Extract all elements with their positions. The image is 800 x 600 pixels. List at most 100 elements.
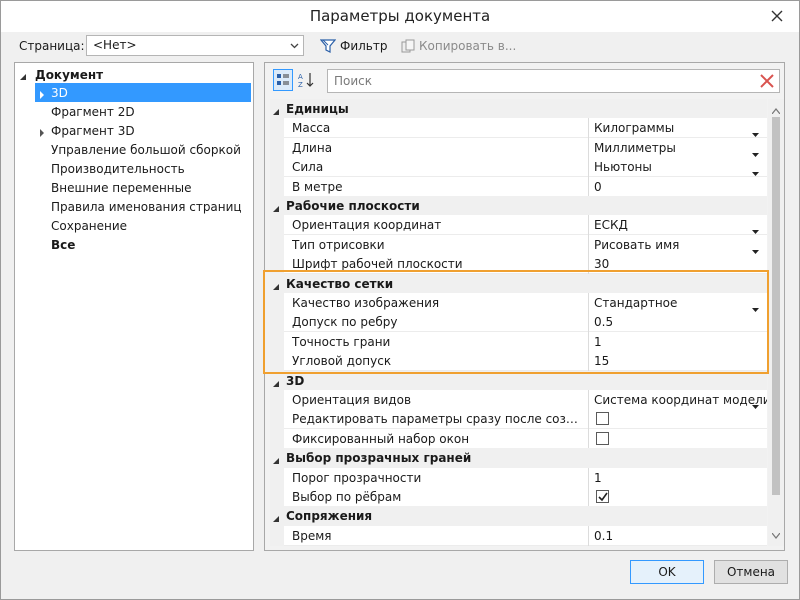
copy-icon <box>401 39 415 53</box>
tree-item-3d[interactable]: 3D <box>35 83 251 102</box>
property-value[interactable]: 30 <box>594 257 609 271</box>
tree-item-saving[interactable]: Сохранение <box>35 216 253 235</box>
property-value[interactable]: 0 <box>594 180 602 194</box>
property-row[interactable]: Выбор по рёбрам <box>270 487 767 507</box>
filter-icon <box>320 39 336 53</box>
collapse-arrow-icon[interactable] <box>272 280 280 294</box>
property-row[interactable]: Порог прозрачности 1 <box>270 467 767 488</box>
tree-root-document[interactable]: Документ <box>20 65 103 84</box>
column-divider[interactable] <box>588 467 589 488</box>
property-value[interactable]: Килограммы <box>594 121 674 135</box>
property-name: Масса <box>292 121 331 136</box>
column-divider[interactable] <box>588 137 589 158</box>
property-row[interactable]: Точность грани 1 <box>270 331 767 352</box>
column-divider[interactable] <box>588 157 589 178</box>
column-divider[interactable] <box>588 234 589 255</box>
property-value[interactable]: 0.5 <box>594 315 613 329</box>
property-checkbox[interactable] <box>596 490 609 503</box>
tree-item-external-variables[interactable]: Внешние переменные <box>35 178 253 197</box>
scroll-down-icon[interactable] <box>771 528 781 542</box>
column-divider[interactable] <box>588 390 589 410</box>
column-divider[interactable] <box>588 331 589 352</box>
scroll-up-icon[interactable] <box>771 103 781 117</box>
property-value[interactable]: Система координат модели <box>594 393 767 407</box>
property-row[interactable]: Качество изображения Стандартное <box>270 293 767 313</box>
categorized-view-button[interactable] <box>273 69 293 91</box>
property-row[interactable]: Угловой допуск 15 <box>270 351 767 372</box>
property-name: Угловой допуск <box>292 354 392 369</box>
property-row[interactable]: Ориентация координат ЕСКД <box>270 215 767 236</box>
column-divider[interactable] <box>588 487 589 507</box>
tree-item-all[interactable]: Все <box>35 235 253 254</box>
category-row[interactable]: Сопряжения <box>270 506 767 527</box>
copy-to-button[interactable]: Копировать в... <box>401 37 516 55</box>
property-row[interactable]: Фиксированный набор окон <box>270 428 767 449</box>
filter-button[interactable]: Фильтр <box>320 37 387 55</box>
clear-search-icon[interactable] <box>759 73 775 92</box>
column-divider[interactable] <box>588 409 589 430</box>
close-button[interactable] <box>764 5 790 27</box>
expand-arrow-icon[interactable] <box>38 88 46 102</box>
column-divider[interactable] <box>588 215 589 236</box>
property-name: Время <box>292 528 332 543</box>
property-value[interactable]: Миллиметры <box>594 141 676 155</box>
collapse-arrow-icon[interactable] <box>272 512 280 526</box>
property-row[interactable]: Масса Килограммы <box>270 118 767 139</box>
property-value[interactable]: 1 <box>594 335 602 349</box>
column-divider[interactable] <box>588 428 589 449</box>
property-name: Фиксированный набор окон <box>292 431 470 446</box>
category-row[interactable]: Рабочие плоскости <box>270 196 767 216</box>
tree-item-fragment-3d[interactable]: Фрагмент 3D <box>35 121 253 140</box>
collapse-arrow-icon[interactable] <box>272 377 280 391</box>
tree-item-performance[interactable]: Производительность <box>35 159 253 178</box>
column-divider[interactable] <box>588 118 589 139</box>
tree-item-fragment-2d[interactable]: Фрагмент 2D <box>35 102 253 121</box>
property-row[interactable]: Сила Ньютоны <box>270 157 767 178</box>
column-divider[interactable] <box>588 293 589 313</box>
property-value[interactable]: Стандартное <box>594 296 677 310</box>
cancel-button[interactable]: Отмена <box>714 560 788 584</box>
property-value[interactable]: Рисовать имя <box>594 238 679 252</box>
category-row[interactable]: Выбор прозрачных граней <box>270 448 767 469</box>
category-row[interactable]: 3D <box>270 370 767 391</box>
property-row[interactable]: Редактировать параметры сразу после созд… <box>270 409 767 430</box>
property-value[interactable]: 1 <box>594 471 602 485</box>
collapse-arrow-icon[interactable] <box>272 454 280 468</box>
search-input[interactable] <box>332 71 732 91</box>
scrollbar-thumb[interactable] <box>772 117 780 495</box>
collapse-arrow-icon[interactable] <box>272 202 280 216</box>
property-checkbox[interactable] <box>596 431 609 445</box>
collapse-arrow-icon[interactable] <box>272 105 280 119</box>
property-checkbox[interactable] <box>596 412 609 426</box>
ok-button[interactable]: OK <box>630 560 704 584</box>
property-row[interactable]: Шрифт рабочей плоскости 30 <box>270 254 767 275</box>
vertical-scrollbar[interactable] <box>768 99 784 546</box>
property-value[interactable]: ЕСКД <box>594 218 628 232</box>
property-row[interactable]: В метре 0 <box>270 176 767 197</box>
collapse-arrow-icon[interactable] <box>19 70 27 84</box>
property-value[interactable]: 0.1 <box>594 529 613 543</box>
expand-arrow-icon[interactable] <box>38 126 46 140</box>
tree-item-page-naming[interactable]: Правила именования страниц <box>35 197 253 216</box>
column-divider[interactable] <box>588 312 589 333</box>
alphabetical-sort-button[interactable]: A Z <box>296 69 318 91</box>
search-box[interactable] <box>327 69 780 93</box>
property-value[interactable]: Ньютоны <box>594 160 652 174</box>
category-row[interactable]: Единицы <box>270 99 767 119</box>
property-value[interactable]: 15 <box>594 354 609 368</box>
row-gutter <box>270 351 284 372</box>
property-row[interactable]: Время 0.1 <box>270 525 767 546</box>
column-divider[interactable] <box>588 254 589 275</box>
row-gutter <box>270 409 284 430</box>
page-select[interactable]: <Нет> <box>86 35 304 56</box>
property-row[interactable]: Ориентация видов Система координат модели <box>270 390 767 410</box>
column-divider[interactable] <box>588 176 589 197</box>
category-row[interactable]: Качество сетки <box>270 273 767 294</box>
column-divider[interactable] <box>588 351 589 372</box>
property-row[interactable]: Тип отрисовки Рисовать имя <box>270 234 767 255</box>
property-row[interactable]: Допуск по ребру 0.5 <box>270 312 767 333</box>
column-divider[interactable] <box>588 525 589 546</box>
tree-item-label: 3D <box>51 85 68 100</box>
property-row[interactable]: Длина Миллиметры <box>270 137 767 158</box>
tree-item-large-assembly[interactable]: Управление большой сборкой <box>35 140 253 159</box>
